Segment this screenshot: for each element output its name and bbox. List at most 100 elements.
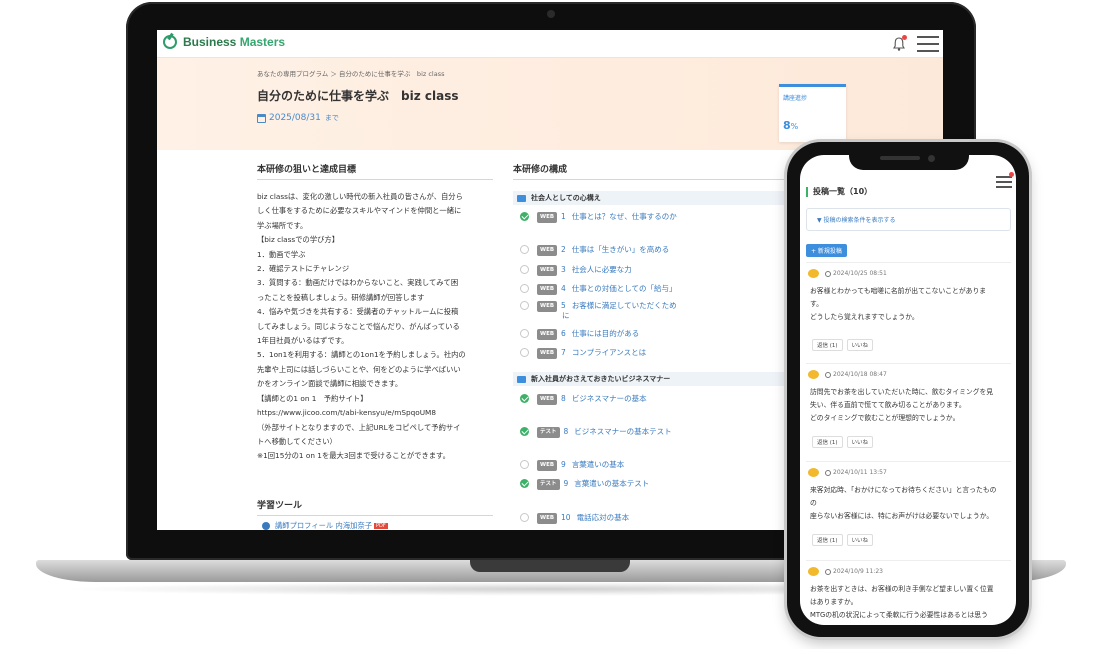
post-item[interactable]: 2024/10/9 11:23 お茶を出すときは、お客様の利き手側など望ましい置… — [806, 560, 1011, 622]
check-icon — [520, 212, 529, 221]
lesson-item[interactable]: テスト 8 ビジネスマナーの基本テスト — [520, 427, 810, 438]
lesson-tag: WEB — [537, 284, 558, 295]
lesson-item[interactable]: WEB 7 コンプライアンスとは — [520, 348, 810, 359]
compass-icon — [163, 35, 177, 49]
lesson-item[interactable]: WEB 1 仕事とは？なぜ、仕事するのか — [520, 212, 810, 223]
description-line: 1年目社員がいるはずです。 — [257, 336, 349, 346]
page-title: 自分のために仕事を学ぶ biz class — [257, 89, 459, 103]
description-line: 【講師との1 on 1 予約サイト】 — [257, 393, 368, 403]
description-line: ったことを投稿しましょう。研修講師が回答します — [257, 292, 425, 302]
laptop-notch — [470, 560, 630, 572]
hamburger-menu-icon[interactable] — [996, 176, 1012, 188]
lesson-title: 電話応対の基本 — [576, 513, 630, 522]
post-date: 2024/10/18 08:47 — [833, 371, 887, 378]
lesson-tag: WEB — [537, 513, 558, 524]
lesson-tag: WEB — [537, 265, 558, 276]
tool-item-instructor-profile[interactable]: 講師プロフィール 内海加奈子 PDF — [262, 521, 388, 530]
course-hero: あなたの専用プログラム ＞ 自分のために仕事を学ぶ biz class 自分のた… — [157, 58, 943, 150]
circle-icon — [520, 329, 529, 338]
folder-icon — [517, 194, 526, 202]
lesson-title: ビジネスマナーの基本テスト — [574, 427, 672, 436]
hamburger-menu-icon[interactable] — [917, 36, 939, 52]
check-icon — [520, 427, 529, 436]
tools-heading: 学習ツール — [257, 498, 493, 516]
lesson-item[interactable]: WEB 9 言葉遣いの基本 — [520, 460, 810, 471]
lesson-item[interactable]: WEB 4 仕事との対価としての「給与」 — [520, 284, 810, 295]
circle-icon — [520, 245, 529, 254]
lesson-group-header[interactable]: 社会人としての心構え — [513, 191, 803, 205]
clock-icon — [825, 270, 831, 277]
circle-icon — [520, 265, 529, 274]
search-conditions-toggle[interactable]: ▼ 投稿の検索条件を表示する — [806, 208, 1011, 231]
chat-bubble-icon — [808, 567, 819, 576]
post-date: 2024/10/25 08:51 — [833, 270, 887, 277]
description-line: 先輩や上司には話しづらいことや、何をどのように学べばいい — [257, 364, 461, 374]
progress-card: 講座進捗 8% — [779, 84, 846, 142]
post-item[interactable]: 2024/10/18 08:47 訪問先でお茶を出していただいた時に、飲むタイミ… — [806, 363, 1011, 455]
lesson-title: お客様に満足していただくため — [571, 301, 677, 310]
description-line: トへ移動してください） — [257, 436, 337, 446]
check-icon — [520, 394, 529, 403]
app-header: Business Masters — [157, 30, 943, 58]
lesson-item[interactable]: WEB 2 仕事は「生きがい」を高める — [520, 245, 810, 256]
post-meta: 2024/10/11 13:57 — [808, 468, 887, 477]
notification-dot — [1009, 172, 1014, 177]
posts-title: 投稿一覧（10） — [806, 186, 872, 197]
circle-icon — [520, 284, 529, 293]
reply-button[interactable]: 返信 (1) — [812, 534, 843, 546]
description-line: 3．質問する：動画だけではわからないこと、実践してみて困 — [257, 278, 459, 288]
chat-bubble-icon — [808, 468, 819, 477]
description-line: ※1回15分の1 on 1を最大3回まで受けることができます。 — [257, 451, 450, 461]
lesson-tag: WEB — [537, 460, 558, 471]
breadcrumb[interactable]: あなたの専用プログラム ＞ 自分のために仕事を学ぶ biz class — [257, 68, 444, 78]
circle-icon — [520, 348, 529, 357]
post-item[interactable]: 2024/10/11 13:57 来客対応時、「おかけになってお待ちください」と… — [806, 461, 1011, 553]
download-icon — [262, 522, 270, 530]
post-body: お客様とわかっても咄嗟に名前が出てこないことがありま す。 どうしたら覚えれます… — [810, 287, 987, 321]
circle-icon — [520, 460, 529, 469]
lesson-tag: テスト — [537, 427, 560, 438]
phone-speaker — [880, 156, 920, 160]
laptop-camera — [547, 10, 555, 18]
lesson-title: 仕事には目的がある — [571, 329, 640, 338]
brand-logo-link[interactable]: Business Masters — [163, 35, 285, 49]
title-accent — [806, 186, 808, 197]
lesson-item[interactable]: WEB 6 仕事には目的がある — [520, 329, 810, 340]
reply-button[interactable]: 返信 (1) — [812, 339, 843, 351]
lesson-item[interactable]: テスト 9 言葉遣いの基本テスト — [520, 479, 810, 490]
goals-section: 本研修の狙いと達成目標 biz classは、変化の激しい時代の新入社員の皆さん… — [257, 162, 493, 464]
description-line: 2．確認テストにチャレンジ — [257, 264, 350, 274]
goals-heading: 本研修の狙いと達成目標 — [257, 162, 493, 180]
lesson-item[interactable]: WEB 10 電話応対の基本 — [520, 513, 810, 524]
description-line: 学ぶ場所です。 — [257, 220, 308, 230]
chat-bubble-icon — [808, 269, 819, 278]
lesson-group-header[interactable]: 新入社員がおさえておきたいビジネスマナー — [513, 372, 803, 386]
lesson-tag: WEB — [537, 212, 558, 223]
lesson-title: 言葉遣いの基本テスト — [574, 479, 650, 488]
description-line: 1．動画で学ぶ — [257, 249, 306, 259]
new-post-button[interactable]: + 新規投稿 — [806, 244, 847, 257]
like-button[interactable]: いいね — [846, 436, 874, 448]
course-description: biz classは、変化の激しい時代の新入社員の皆さんが、自分ら しく仕事をす… — [257, 190, 493, 464]
lesson-title: 仕事とは？なぜ、仕事するのか — [571, 212, 677, 221]
post-actions: 返信 (1) いいね — [812, 339, 877, 351]
reply-button[interactable]: 返信 (1) — [812, 436, 843, 448]
clock-icon — [825, 568, 831, 575]
lesson-item[interactable]: WEB 8 ビジネスマナーの基本 — [520, 394, 810, 405]
post-item[interactable]: 2024/10/25 08:51 お客様とわかっても咄嗟に名前が出てこないことが… — [806, 262, 1011, 354]
description-line: しく仕事をするために必要なスキルやマインドを仲間と一緒に — [257, 206, 462, 216]
phone-camera — [928, 155, 935, 162]
structure-heading: 本研修の構成 — [513, 162, 803, 180]
description-line: かをオンライン面談で講師に相談できます。 — [257, 379, 403, 389]
progress-label: 講座進捗 — [783, 95, 808, 102]
post-actions: 返信 (1) いいね — [812, 534, 877, 546]
lesson-item[interactable]: WEB 3 社会人に必要な力 — [520, 265, 810, 276]
clock-icon — [825, 469, 831, 476]
description-line: 【biz classでの学び方】 — [257, 235, 340, 245]
description-line: 4．悩みや気づきを共有する：受講者のチャットルームに投稿 — [257, 307, 459, 317]
lesson-tag: WEB — [537, 394, 558, 405]
post-date: 2024/10/9 11:23 — [833, 568, 883, 575]
like-button[interactable]: いいね — [846, 534, 874, 546]
circle-icon — [520, 513, 529, 522]
like-button[interactable]: いいね — [846, 339, 874, 351]
